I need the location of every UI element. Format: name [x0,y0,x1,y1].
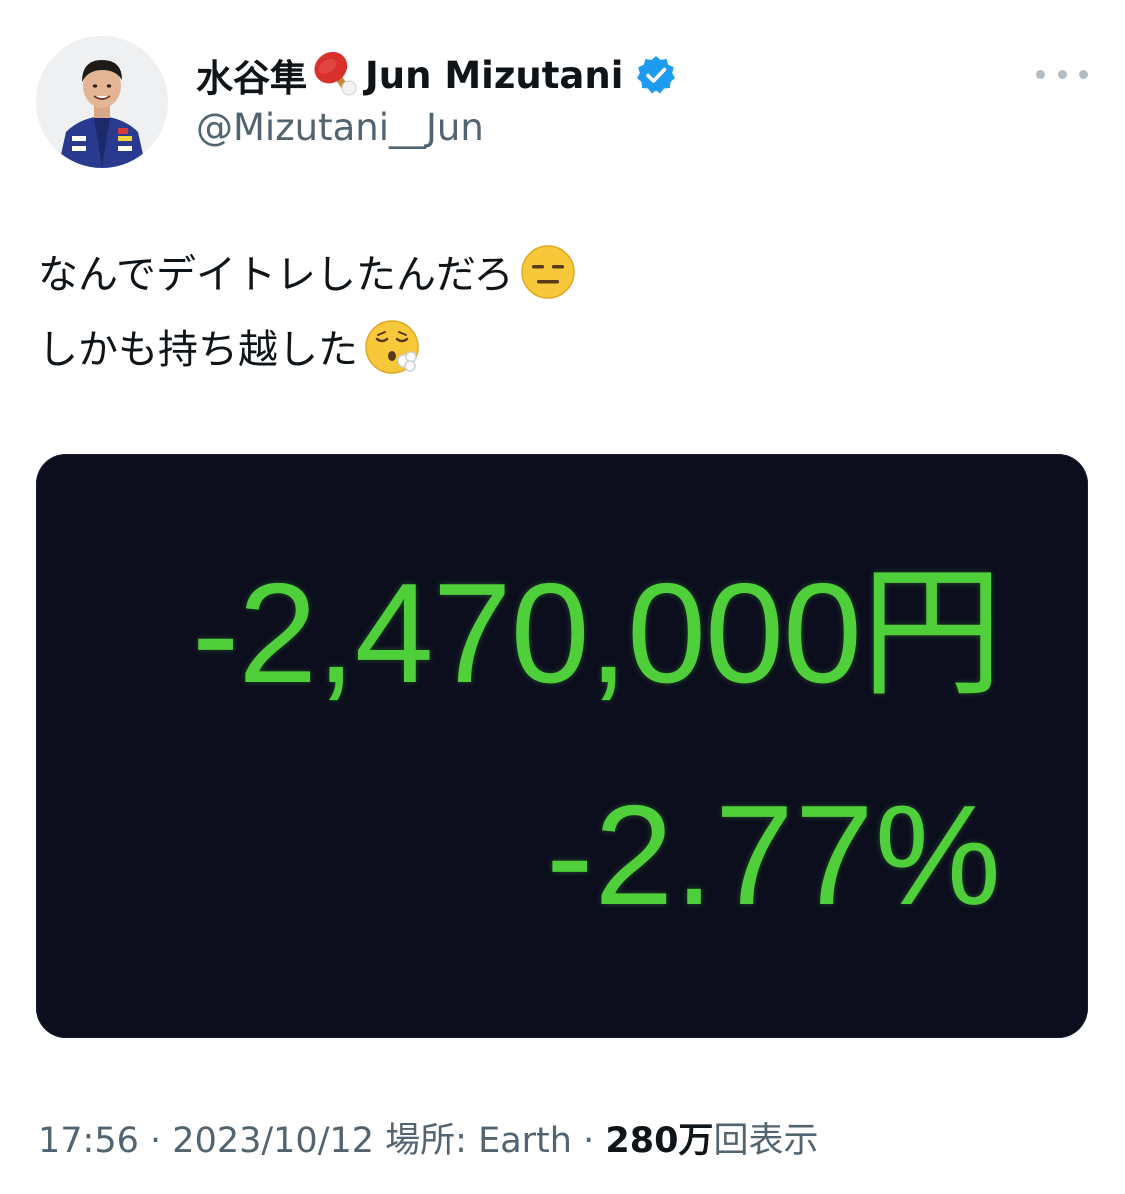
meta-separator: · [583,1121,595,1161]
display-name[interactable]: 水谷隼 [196,48,307,102]
tweet-location: 場所: Earth [385,1121,572,1161]
face-exhaling-emoji [364,319,420,375]
more-options-button[interactable] [1036,56,1088,92]
tweet-line-1: なんでデイトレしたんだろ [38,238,576,313]
ping-pong-paddle-icon [309,50,363,100]
display-name-suffix[interactable]: Jun Mizutani [365,54,623,97]
tweet-line-2-text: しかも持ち越した [38,327,358,373]
expressionless-face-emoji [520,244,576,300]
author-handle[interactable]: @Mizutani__Jun [196,106,484,149]
media-loss-percent: -2.77% [546,776,1002,935]
more-dot-icon [1057,69,1067,79]
tweet-media-image[interactable]: -2,470,000円 -2.77% [36,454,1088,1038]
tweet-time[interactable]: 17:56 [38,1121,139,1161]
verified-badge-icon[interactable] [635,54,677,96]
tweet-line-2: しかも持ち越した [38,313,576,388]
meta-separator: · [150,1121,162,1161]
views-label: 回表示 [713,1121,819,1161]
media-loss-amount: -2,470,000円 [191,554,1003,713]
more-dot-icon [1036,69,1045,79]
avatar-photo [36,36,168,168]
views-count[interactable]: 280万 [605,1121,713,1161]
tweet-meta: 17:56 · 2023/10/12 場所: Earth · 280万回表示 [38,1112,818,1163]
tweet-text: なんでデイトレしたんだろ しかも持ち越した [38,238,576,388]
tweet-line-1-text: なんでデイトレしたんだろ [38,252,514,298]
tweet-date[interactable]: 2023/10/12 [172,1121,374,1161]
tweet-container: 水谷隼 Jun Mizutani @Mizutani__Jun なんでデイトレし… [0,0,1125,1194]
author-name-row: 水谷隼 Jun Mizutani [196,50,677,100]
more-dot-icon [1079,69,1088,79]
avatar[interactable] [36,36,168,168]
